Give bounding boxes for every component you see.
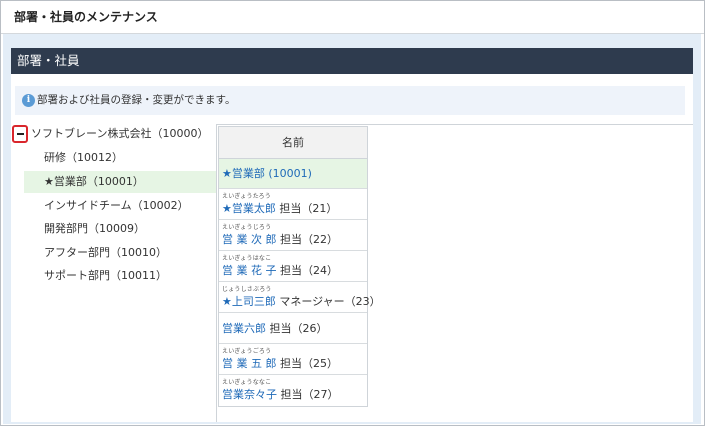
department-row[interactable]: ★営業部 (10001) [219, 159, 367, 189]
table-row[interactable]: えいぎょうじろう 営 業 次 郎 担当（22） [219, 220, 367, 251]
member-role: マネージャー（23） [279, 295, 381, 308]
table-row[interactable]: えいぎょうたろう ★営業太郎 担当（21） [219, 189, 367, 220]
member-name-link[interactable]: 営 業 五 郎 [222, 357, 277, 370]
table-row[interactable]: えいぎょうななこ 営業奈々子 担当（27） [219, 375, 367, 406]
member-name-link[interactable]: 営業奈々子 [222, 388, 277, 401]
member-role: 担当（27） [280, 388, 339, 401]
table-row[interactable]: えいぎょうはなこ 営 業 花 子 担当（24） [219, 251, 367, 282]
member-name-link[interactable]: 営 業 次 郎 [222, 233, 277, 246]
tree-item-after[interactable]: アフター部門（10010） [24, 242, 216, 264]
tree-item-support[interactable]: サポート部門（10011） [24, 265, 216, 287]
member-ruby: えいぎょうななこ [222, 379, 272, 386]
info-message: 部署および社員の登録・変更ができます。 [37, 94, 236, 106]
member-name-link[interactable]: ★上司三郎 [222, 295, 276, 308]
member-name-link[interactable]: ★営業太郎 [222, 202, 276, 215]
tree-item-development[interactable]: 開発部門（10009） [24, 218, 216, 240]
collapse-toggle-minus-icon[interactable] [12, 125, 28, 143]
member-role: 担当（22） [280, 233, 338, 246]
tree-item-inside-team[interactable]: インサイドチーム（10002） [24, 195, 216, 217]
tree-item-training[interactable]: 研修（10012） [24, 147, 216, 169]
member-ruby: えいぎょうごろう [222, 348, 272, 355]
department-link[interactable]: ★営業部 (10001) [222, 167, 312, 180]
table-row[interactable]: えいぎょうごろう 営 業 五 郎 担当（25） [219, 344, 367, 375]
info-message-box: i 部署および社員の登録・変更ができます。 [15, 86, 685, 115]
member-role: 担当（25） [280, 357, 338, 370]
member-name-link[interactable]: 営業六郎 [222, 322, 266, 335]
member-ruby: えいぎょうはなこ [222, 255, 272, 262]
panel-header: 部署・社員 [11, 48, 693, 74]
member-ruby: じょうしさぶろう [222, 286, 272, 293]
info-icon: i [22, 94, 35, 107]
member-name-link[interactable]: 営 業 花 子 [222, 264, 277, 277]
member-ruby: えいぎょうじろう [222, 224, 272, 231]
member-role: 担当（21） [279, 202, 338, 215]
member-role: 担当（24） [280, 264, 338, 277]
tree-root-label[interactable]: ソフトブレーン株式会社（10000） [31, 124, 208, 144]
member-role: 担当（26） [269, 322, 328, 335]
tree-item-sales[interactable]: ★営業部（10001） [24, 171, 216, 193]
member-table: 名前 ★営業部 (10001) えいぎょうたろう ★営業太郎 担当（21） えい… [218, 126, 381, 407]
page-title: 部署・社員のメンテナンス [14, 10, 158, 24]
table-row[interactable]: 営業六郎 担当（26） [219, 313, 367, 344]
table-header-name: 名前 [219, 127, 367, 159]
member-ruby: えいぎょうたろう [222, 193, 271, 200]
table-row[interactable]: じょうしさぶろう ★上司三郎 マネージャー（23） [219, 282, 381, 313]
